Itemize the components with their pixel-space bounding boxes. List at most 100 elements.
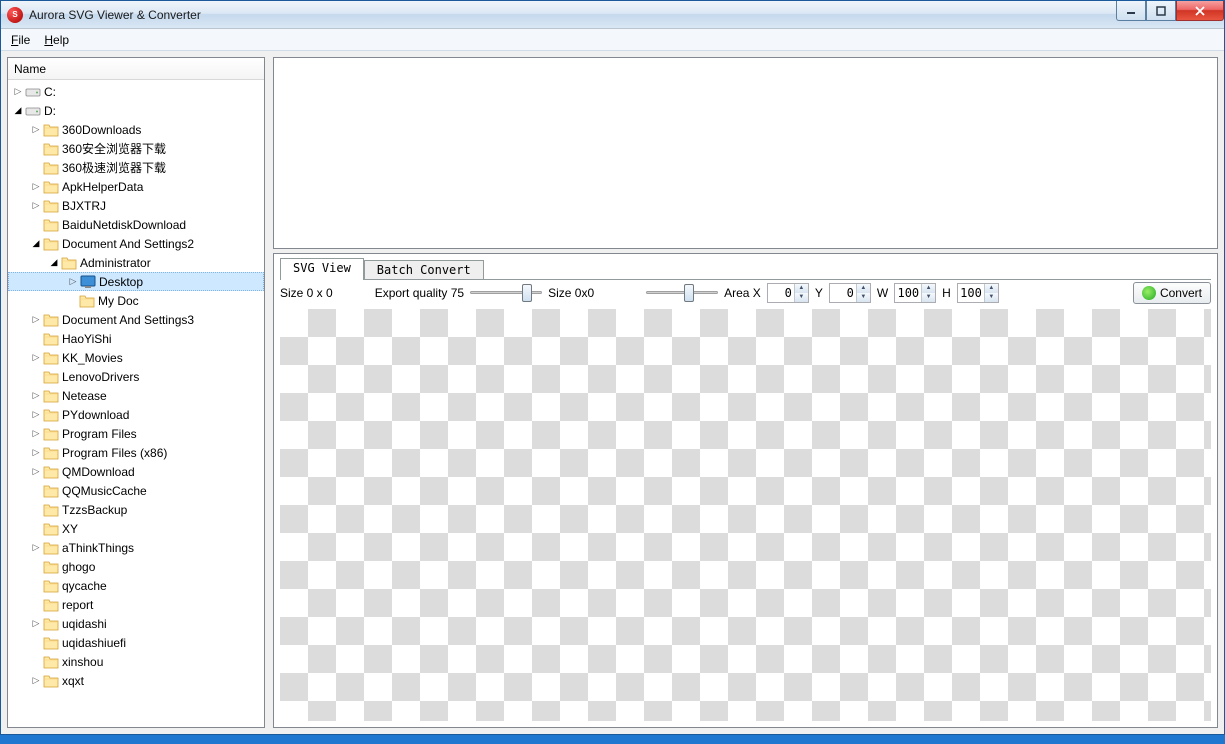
folder-icon (42, 483, 60, 499)
tree-item-label: HaoYiShi (62, 332, 112, 346)
menu-help[interactable]: Help (44, 33, 69, 47)
tree-item[interactable]: BaiduNetdiskDownload (8, 215, 264, 234)
area-x-label: Area X (724, 286, 761, 300)
close-button[interactable] (1176, 1, 1224, 21)
tree-item[interactable]: xinshou (8, 652, 264, 671)
tree-item-label: Netease (62, 389, 107, 403)
area-h-label: H (942, 286, 951, 300)
tree-item-label: report (62, 598, 93, 612)
area-y-input[interactable] (830, 284, 856, 302)
tree-item[interactable]: ▷aThinkThings (8, 538, 264, 557)
tree-item-label: KK_Movies (62, 351, 123, 365)
tree-item-label: PYdownload (62, 408, 129, 422)
size2-label: Size 0x0 (548, 286, 594, 300)
tree-item-label: ApkHelperData (62, 180, 143, 194)
bottom-pane: SVG View Batch Convert Size 0 x 0 Export… (273, 253, 1218, 728)
area-h-input[interactable] (958, 284, 984, 302)
area-y-spinner[interactable]: ▲▼ (829, 283, 871, 303)
menu-file[interactable]: File (11, 33, 30, 47)
tree-item-desktop[interactable]: ▷Desktop (8, 272, 264, 291)
tree-drive-d[interactable]: ◢D: (8, 101, 264, 120)
minimize-button[interactable] (1116, 1, 1146, 21)
tree-item[interactable]: ▷xqxt (8, 671, 264, 690)
tree-item-label: 360极速浏览器下载 (62, 159, 166, 176)
tree-item[interactable]: uqidashiuefi (8, 633, 264, 652)
tree-item[interactable]: ▷Document And Settings3 (8, 310, 264, 329)
area-x-input[interactable] (768, 284, 794, 302)
tree-item[interactable]: ▷Program Files (x86) (8, 443, 264, 462)
folder-icon (42, 331, 60, 347)
menubar: File Help (1, 29, 1224, 51)
export-quality-label: Export quality 75 (375, 286, 464, 300)
tree-item[interactable]: ▷Program Files (8, 424, 264, 443)
area-h-spinner[interactable]: ▲▼ (957, 283, 999, 303)
app-window: S Aurora SVG Viewer & Converter File Hel… (0, 0, 1225, 735)
folder-icon (42, 597, 60, 613)
tree-item-label: Administrator (80, 256, 151, 270)
quality-slider[interactable] (470, 284, 542, 302)
tree-item-label: C: (44, 85, 56, 99)
tree-item-label: 360Downloads (62, 123, 141, 137)
tree-item[interactable]: ▷Netease (8, 386, 264, 405)
folder-icon (79, 274, 97, 290)
tab-batch-convert[interactable]: Batch Convert (364, 260, 484, 279)
area-w-label: W (877, 286, 888, 300)
folder-icon (24, 84, 42, 100)
area-x-spinner[interactable]: ▲▼ (767, 283, 809, 303)
tree-item-label: uqidashiuefi (62, 636, 126, 650)
tree-item[interactable]: qycache (8, 576, 264, 595)
right-panel: SVG View Batch Convert Size 0 x 0 Export… (273, 57, 1218, 728)
canvas-checker[interactable] (280, 309, 1211, 721)
tree-item-label: QMDownload (62, 465, 135, 479)
tree-item[interactable]: 360极速浏览器下载 (8, 158, 264, 177)
tree-item-label: 360安全浏览器下载 (62, 140, 166, 157)
titlebar[interactable]: S Aurora SVG Viewer & Converter (1, 1, 1224, 29)
size-slider[interactable] (646, 284, 718, 302)
tree-item[interactable]: TzzsBackup (8, 500, 264, 519)
folder-icon (42, 426, 60, 442)
client-area: Name ▷C:◢D:▷360Downloads360安全浏览器下载 360极速浏… (1, 51, 1224, 734)
tree-drive-c[interactable]: ▷C: (8, 82, 264, 101)
convert-icon (1142, 286, 1156, 300)
folder-icon (42, 179, 60, 195)
tree-header[interactable]: Name (8, 58, 264, 80)
tree-item-label: D: (44, 104, 56, 118)
area-w-input[interactable] (895, 284, 921, 302)
tree-item[interactable]: 360安全浏览器下载 (8, 139, 264, 158)
folder-icon (42, 616, 60, 632)
tree-item[interactable]: ▷KK_Movies (8, 348, 264, 367)
area-w-spinner[interactable]: ▲▼ (894, 283, 936, 303)
tree-item[interactable]: ▷uqidashi (8, 614, 264, 633)
tab-svg-view[interactable]: SVG View (280, 258, 364, 280)
area-y-label: Y (815, 286, 823, 300)
tree-item[interactable]: ▷ApkHelperData (8, 177, 264, 196)
folder-icon (42, 502, 60, 518)
maximize-button[interactable] (1146, 1, 1176, 21)
tree-item[interactable]: ◢Document And Settings2 (8, 234, 264, 253)
tree-item-admin[interactable]: ◢Administrator (8, 253, 264, 272)
tree-item-label: BJXTRJ (62, 199, 106, 213)
tree-item[interactable]: ▷QMDownload (8, 462, 264, 481)
tree-item[interactable]: ghogo (8, 557, 264, 576)
tree-item[interactable]: ▷360Downloads (8, 120, 264, 139)
convert-button[interactable]: Convert (1133, 282, 1211, 304)
tree-item-label: TzzsBackup (62, 503, 127, 517)
folder-icon (42, 350, 60, 366)
tree-item[interactable]: QQMusicCache (8, 481, 264, 500)
window-title: Aurora SVG Viewer & Converter (29, 8, 201, 22)
folder-icon (78, 293, 96, 309)
tree-item-label: LenovoDrivers (62, 370, 139, 384)
folder-tree[interactable]: ▷C:◢D:▷360Downloads360安全浏览器下载360极速浏览器下载▷… (8, 80, 264, 727)
tree-item-label: QQMusicCache (62, 484, 147, 498)
tree-item[interactable]: XY (8, 519, 264, 538)
folder-tree-panel: Name ▷C:◢D:▷360Downloads360安全浏览器下载 360极速浏… (7, 57, 265, 728)
tree-item[interactable]: report (8, 595, 264, 614)
tree-item[interactable]: HaoYiShi (8, 329, 264, 348)
tree-item[interactable]: ▷BJXTRJ (8, 196, 264, 215)
tree-item[interactable]: ▷PYdownload (8, 405, 264, 424)
tree-item[interactable]: LenovoDrivers (8, 367, 264, 386)
tree-item-label: Desktop (99, 275, 143, 289)
tree-item-label: Program Files (62, 427, 137, 441)
folder-icon (42, 388, 60, 404)
tree-item-mydoc[interactable]: My Doc (8, 291, 264, 310)
